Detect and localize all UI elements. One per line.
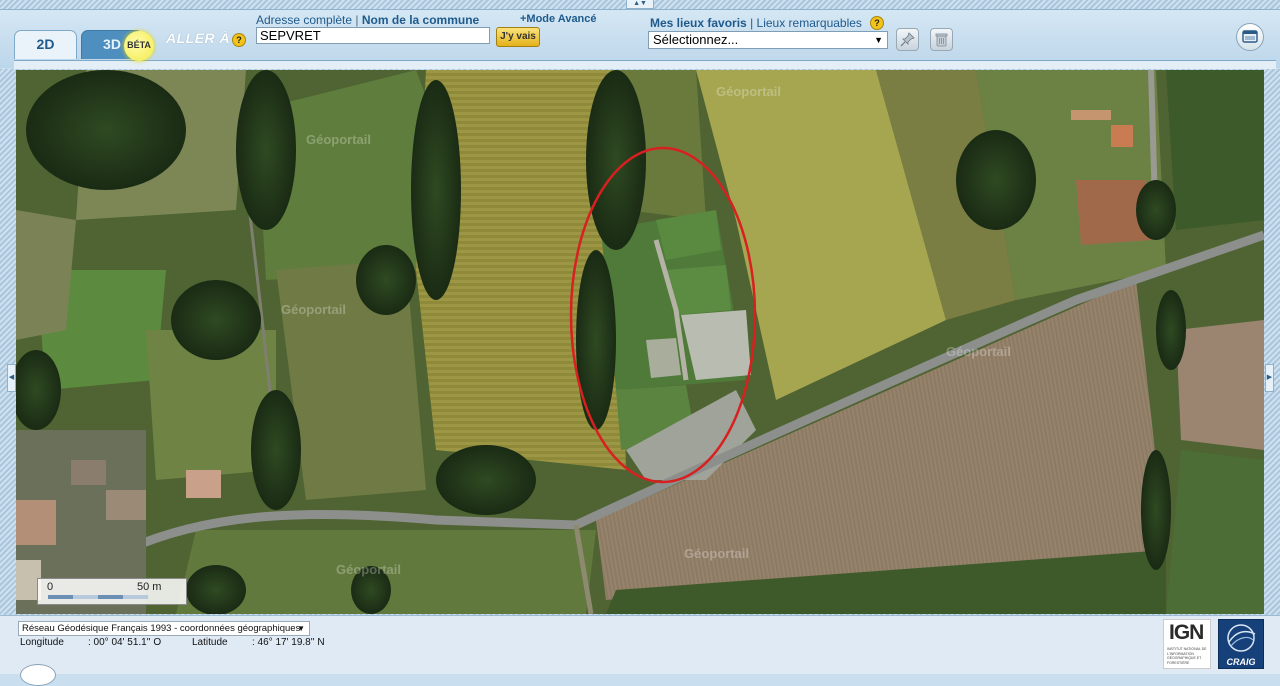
crs-select[interactable]: Réseau Géodésique Français 1993 - coordo… (18, 621, 310, 636)
window-mode-button[interactable] (1236, 23, 1264, 51)
remarkable-places-link[interactable]: Lieux remarquables (757, 16, 862, 30)
advanced-mode-link[interactable]: +Mode Avancé (520, 13, 597, 25)
craig-logo[interactable]: CRAIG (1218, 619, 1264, 669)
favorites-link[interactable]: Mes lieux favoris (650, 16, 747, 30)
trash-icon (935, 33, 948, 47)
pin-button[interactable] (896, 28, 919, 51)
address-mode-switch: Adresse complète | Nom de la commune (256, 13, 479, 27)
right-panel-toggle[interactable]: ▶ (1265, 364, 1274, 392)
commune-name-link[interactable]: Nom de la commune (362, 13, 479, 27)
aerial-map[interactable]: Géoportail Géoportail Géoportail Géoport… (16, 70, 1264, 614)
address-full-link[interactable]: Adresse complète (256, 13, 352, 27)
map-watermark: Géoportail (946, 344, 1012, 359)
scale-zero: 0 (47, 581, 54, 593)
map-watermark: Géoportail (336, 562, 402, 577)
latitude-value: : 46° 17' 19.8'' N (252, 637, 325, 648)
ign-logo[interactable]: IGN INSTITUT NATIONAL DE L'INFORMATION G… (1163, 619, 1211, 669)
longitude-label: Longitude (20, 637, 64, 648)
tab-2d[interactable]: 2D (14, 30, 77, 59)
craig-globe-icon (1227, 624, 1256, 652)
map-watermark: Géoportail (684, 546, 750, 561)
go-button[interactable]: J'y vais (496, 27, 540, 47)
window-icon (1242, 30, 1258, 43)
favorites-help-icon[interactable]: ? (870, 16, 884, 30)
scale-bar (48, 595, 148, 599)
latitude-label: Latitude (192, 637, 228, 648)
collapse-toolbar-handle[interactable]: ▲▼ (626, 0, 654, 9)
bottom-corner-button[interactable] (20, 664, 56, 686)
ign-logo-subtitle: INSTITUT NATIONAL DE L'INFORMATION GÉOGR… (1167, 647, 1207, 665)
goto-help-icon[interactable]: ? (232, 33, 246, 47)
left-panel-toggle[interactable]: ◀ (7, 364, 16, 392)
map-watermark: Géoportail (716, 84, 782, 99)
scale-distance: 50 m (137, 581, 162, 593)
longitude-value: : 00° 04' 51.1'' O (88, 637, 162, 648)
separator: | (355, 13, 359, 27)
craig-logo-text: CRAIG (1226, 657, 1256, 667)
map-watermark: Géoportail (281, 302, 347, 317)
beta-badge: BÉTA (124, 31, 154, 61)
chevron-down-icon: ▼ (874, 35, 883, 45)
crs-select-value: Réseau Géodésique Français 1993 - coordo… (22, 623, 301, 634)
goto-label: ALLER À (166, 30, 231, 46)
separator: | (750, 16, 754, 30)
aerial-imagery (16, 70, 1264, 614)
favorites-switch: Mes lieux favoris | Lieux remarquables (650, 16, 862, 30)
ign-logo-text: IGN (1169, 621, 1204, 644)
pin-icon (900, 32, 915, 47)
map-scale: 0 50 m (37, 578, 187, 605)
commune-search-input[interactable] (256, 27, 490, 44)
favorites-select[interactable]: Sélectionnez... ▼ (648, 31, 888, 49)
delete-button[interactable] (930, 28, 953, 51)
map-watermark: Géoportail (306, 132, 372, 147)
chevron-down-icon: ▼ (297, 624, 305, 633)
favorites-select-value: Sélectionnez... (653, 32, 739, 47)
